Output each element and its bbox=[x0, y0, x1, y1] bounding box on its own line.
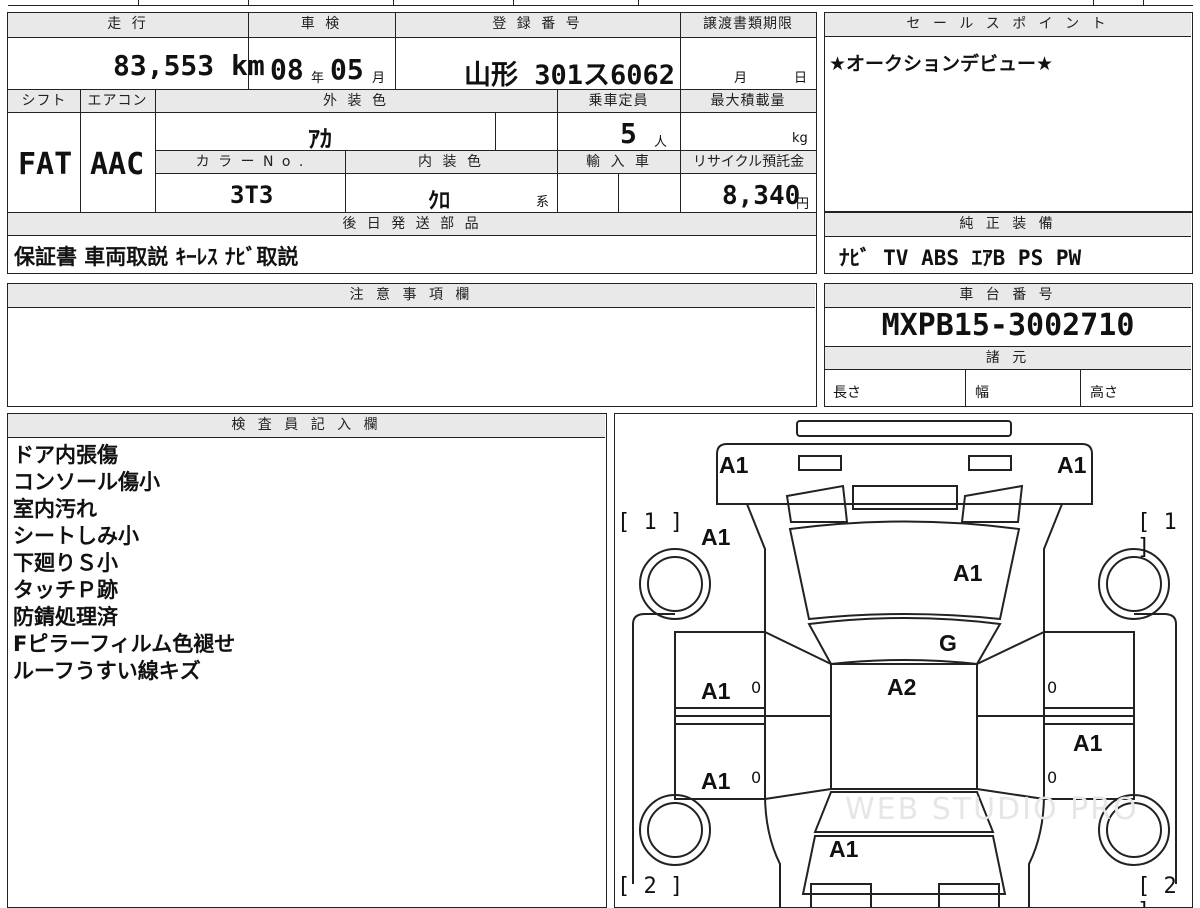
max-load-unit: kg bbox=[792, 131, 808, 146]
specs-label: 諸 元 bbox=[825, 346, 1191, 370]
note-item: タッチＰ跡 bbox=[13, 578, 118, 602]
tire-front-left: [ 1 ] bbox=[617, 510, 684, 535]
damage-roof: A2 bbox=[887, 674, 917, 700]
tire-rear-left: [ 2 ] bbox=[617, 874, 684, 899]
interior-color-label: 内 装 色 bbox=[345, 151, 557, 173]
shaken-month: 05 bbox=[330, 53, 364, 86]
tire-rear-right: [ 2 ] bbox=[1137, 874, 1177, 907]
shaken-year-unit: 年 bbox=[311, 71, 325, 86]
height-label: 高さ bbox=[1090, 385, 1118, 401]
car-diagram-box: WEB STUDIO PRO A1 A1 A1 A1 G A2 A1 A1 A1… bbox=[614, 413, 1193, 908]
recycle-label: リサイクル預託金 bbox=[681, 151, 816, 173]
caution-box: 注 意 事 項 欄 bbox=[7, 283, 817, 407]
recycle-unit: 円 bbox=[796, 197, 810, 212]
width-label: 幅 bbox=[975, 385, 989, 401]
sales-point-label: セ ー ル ス ポ イ ン ト bbox=[825, 13, 1191, 37]
note-item: ドア内張傷 bbox=[13, 443, 118, 467]
chassis-box: 車 台 番 号 MXPB15-3002710 諸 元 長さ 幅 高さ bbox=[824, 283, 1193, 407]
mileage-value: 83,553 km bbox=[113, 49, 265, 82]
tire-front-right: [ 1 ] bbox=[1137, 510, 1177, 560]
transfer-month-unit: 月 bbox=[734, 71, 748, 86]
damage-bonnet: A1 bbox=[953, 560, 983, 586]
sales-point-value: ★オークションデビュー★ bbox=[829, 53, 1054, 75]
equipment-label: 純 正 装 備 bbox=[825, 213, 1191, 237]
inspector-label: 検 査 員 記 入 欄 bbox=[8, 414, 605, 438]
shaken-year: 08 bbox=[270, 53, 304, 86]
watermark: WEB STUDIO PRO bbox=[845, 792, 1139, 827]
parts-value: 保証書 車両取説 ｷｰﾚｽ ﾅﾋﾞ取説 bbox=[14, 245, 299, 269]
sales-point-box: セ ー ル ス ポ イ ン ト ★オークションデビュー★ bbox=[824, 12, 1193, 212]
mileage-label: 走 行 bbox=[8, 13, 248, 37]
damage-door-rear-right: A1 bbox=[1073, 730, 1103, 756]
note-item: 下廻りＳ小 bbox=[13, 551, 118, 575]
note-item: 防錆処理済 bbox=[13, 605, 118, 629]
note-item: コンソール傷小 bbox=[13, 470, 160, 494]
capacity-label: 乗車定員 bbox=[557, 90, 680, 112]
vehicle-info-table: 走 行 車 検 登 録 番 号 譲渡書類期限 83,553 km 08 年 05… bbox=[7, 12, 817, 274]
registration-value: 山形 301ス6062 bbox=[464, 60, 676, 91]
shift-label: シフト bbox=[8, 90, 80, 112]
damage-trunk: A1 bbox=[829, 836, 859, 862]
shift-value: FAT bbox=[18, 147, 73, 182]
registration-label: 登 録 番 号 bbox=[395, 13, 680, 37]
damage-door-front-left: A1 bbox=[701, 678, 731, 704]
chassis-value: MXPB15-3002710 bbox=[881, 308, 1135, 343]
note-item: ルーフうすい線キズ bbox=[13, 659, 201, 683]
transfer-deadline-label: 譲渡書類期限 bbox=[680, 13, 816, 37]
top-strip bbox=[8, 0, 1193, 6]
exterior-color-value: ｱｶ bbox=[308, 125, 332, 153]
capacity-unit: 人 bbox=[654, 135, 668, 150]
shaken-label: 車 検 bbox=[248, 13, 395, 37]
import-label: 輸 入 車 bbox=[558, 151, 680, 173]
max-load-label: 最大積載量 bbox=[680, 90, 816, 112]
ac-label: エアコン bbox=[80, 90, 155, 112]
recycle-value: 8,340 bbox=[722, 181, 801, 211]
color-no-label: カ ラ ー N o . bbox=[156, 151, 345, 173]
damage-fender-left: A1 bbox=[701, 524, 731, 550]
note-item: シートしみ小 bbox=[13, 524, 139, 548]
damage-windshield: G bbox=[939, 630, 957, 656]
damage-door-rear-left: A1 bbox=[701, 768, 731, 794]
inspector-box: 検 査 員 記 入 欄 ドア内張傷 コンソール傷小 室内汚れ シートしみ小 下廻… bbox=[7, 413, 607, 908]
interior-color-value: ｸﾛ bbox=[428, 189, 451, 214]
caution-label: 注 意 事 項 欄 bbox=[8, 284, 815, 308]
damage-front-right: A1 bbox=[1057, 452, 1087, 478]
transfer-day-unit: 日 bbox=[794, 71, 808, 86]
zero-mark: 0 bbox=[751, 678, 762, 697]
chassis-label: 車 台 番 号 bbox=[825, 284, 1191, 308]
inspector-notes: ドア内張傷 コンソール傷小 室内汚れ シートしみ小 下廻りＳ小 タッチＰ跡 防錆… bbox=[13, 442, 235, 685]
exterior-color-label: 外 装 色 bbox=[155, 90, 557, 112]
note-item: 室内汚れ bbox=[13, 497, 97, 521]
length-label: 長さ bbox=[833, 385, 861, 401]
zero-mark: 0 bbox=[751, 768, 762, 787]
parts-label: 後 日 発 送 部 品 bbox=[8, 213, 816, 235]
interior-color-suffix: 系 bbox=[536, 195, 550, 210]
capacity-value: 5 bbox=[620, 117, 637, 150]
shaken-month-unit: 月 bbox=[372, 71, 386, 86]
equipment-value: ﾅﾋﾞ TV ABS ｴｱB PS PW bbox=[839, 246, 1082, 270]
ac-value: AAC bbox=[90, 147, 145, 182]
zero-mark: 0 bbox=[1047, 768, 1058, 787]
zero-mark: 0 bbox=[1047, 678, 1058, 697]
color-no-value: 3T3 bbox=[230, 181, 274, 209]
damage-front-left: A1 bbox=[719, 452, 749, 478]
note-item: Fピラーフィルム色褪せ bbox=[13, 632, 236, 656]
car-outline-diagram bbox=[632, 420, 1177, 907]
equipment-box: 純 正 装 備 ﾅﾋﾞ TV ABS ｴｱB PS PW bbox=[824, 212, 1193, 274]
